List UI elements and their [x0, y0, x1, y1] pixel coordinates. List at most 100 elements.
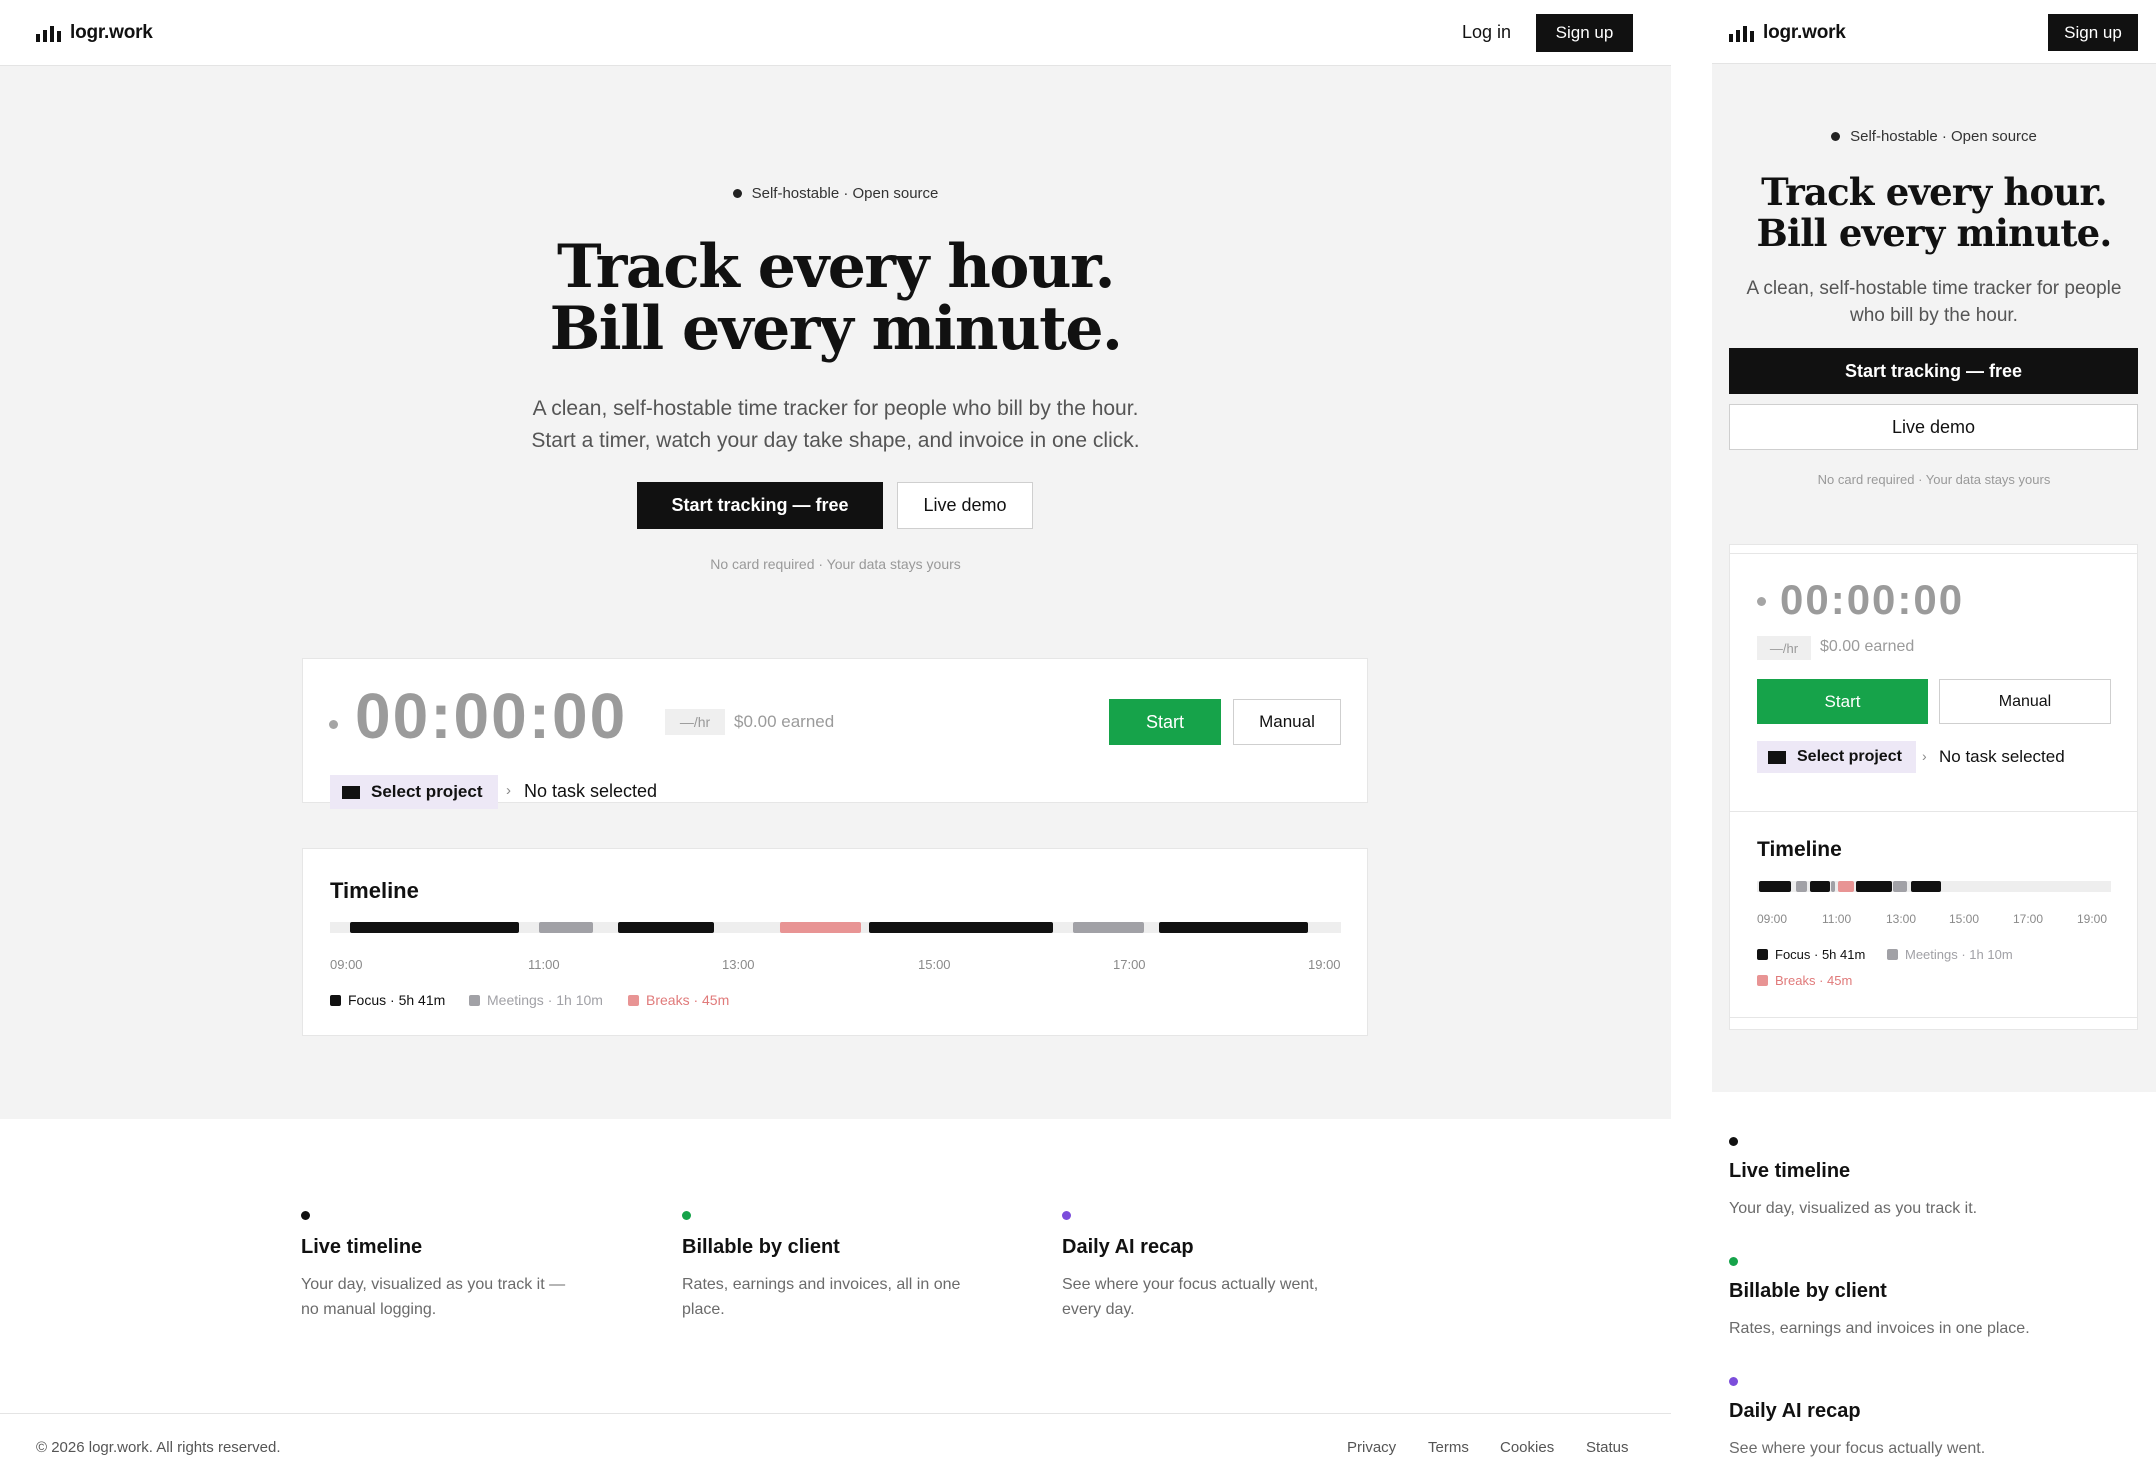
hero-note: No card required · Your data stays yours [710, 556, 961, 572]
mobile-feature-title: Billable by client [1729, 1280, 1887, 1302]
footer-link-terms[interactable]: Terms [1428, 1439, 1469, 1456]
select-project-label: Select project [371, 782, 483, 801]
feature-desc: Rates, earnings and invoices, all in one… [682, 1272, 960, 1322]
task-label[interactable]: No task selected [524, 781, 657, 802]
timeline-segment-focus[interactable] [868, 922, 1053, 933]
mobile-top-nav: logr.work Sign up [1712, 0, 2156, 64]
footer-link-privacy[interactable]: Privacy [1347, 1439, 1396, 1456]
footer-link-status[interactable]: Status [1586, 1439, 1629, 1456]
login-link[interactable]: Log in [1462, 22, 1511, 43]
folder-icon [342, 785, 360, 799]
tick-label: 15:00 [1949, 912, 1980, 926]
mobile-legend-focus-label: Focus · 5h 41m [1775, 947, 1866, 962]
feature-desc-line: every day. [1062, 1301, 1135, 1318]
feature-title: Billable by client [682, 1236, 840, 1258]
mobile-timeline-track [1757, 881, 2111, 892]
timeline-segment-meetings[interactable] [539, 922, 593, 933]
tick-label: 19:00 [1308, 957, 1341, 972]
timeline-segment-focus[interactable] [1910, 881, 1942, 892]
hero-badge: Self-hostable · Open source [732, 185, 939, 202]
timer-status-dot [329, 720, 338, 729]
chevron-right-icon: › [1922, 748, 1927, 764]
hero-title-line2: Bill every minute. [549, 294, 1123, 364]
manual-entry-button[interactable]: Manual [1233, 699, 1341, 745]
mobile-manual-entry-button[interactable]: Manual [1939, 679, 2111, 724]
timeline-segment-meetings[interactable] [1893, 881, 1908, 892]
timeline-segment-focus[interactable] [350, 922, 520, 933]
mobile-hero: Self-hostable · Open source Track every … [1712, 64, 2156, 1092]
feature-dot-icon [1729, 1137, 1738, 1146]
mobile-select-project-button[interactable]: Select project [1757, 741, 1916, 773]
timeline-segment-breaks[interactable] [1838, 881, 1855, 892]
start-timer-button[interactable]: Start [1109, 699, 1221, 745]
mobile-hero-badge-text: Self-hostable · Open source [1850, 128, 2037, 145]
signup-button[interactable]: Sign up [1536, 14, 1633, 52]
timeline-segment-focus[interactable] [618, 922, 715, 933]
tick-label: 13:00 [1886, 912, 1917, 926]
feature-desc-line: place. [682, 1301, 725, 1318]
mobile-timer-display: 00:00:00 [1780, 576, 1965, 623]
brand-logo[interactable]: logr.work [36, 22, 153, 44]
mobile-select-project-label: Select project [1797, 748, 1902, 765]
timer-display: 00:00:00 [355, 680, 628, 752]
tick-label: 11:00 [528, 957, 560, 972]
feature-title: Daily AI recap [1062, 1236, 1194, 1258]
feature-dot-icon [301, 1211, 310, 1220]
timeline-segment-meetings[interactable] [1831, 881, 1835, 892]
legend-breaks-label: Breaks · 45m [646, 992, 730, 1008]
timeline-segment-focus[interactable] [1810, 881, 1830, 892]
mobile-signup-button[interactable]: Sign up [2048, 14, 2138, 51]
mobile-start-timer-button[interactable]: Start [1757, 679, 1928, 724]
mobile-feature-title: Daily AI recap [1729, 1400, 1861, 1422]
tick-label: 17:00 [2013, 912, 2044, 926]
footer-link-cookies[interactable]: Cookies [1500, 1439, 1554, 1456]
feature-dot-icon [1062, 1211, 1071, 1220]
hero-section: Self-hostable · Open source Track every … [0, 66, 1671, 1119]
timeline-segment-breaks[interactable] [779, 922, 861, 933]
tick-label: 19:00 [2077, 912, 2108, 926]
feature-desc: See where your focus actually went, every… [1062, 1272, 1318, 1322]
legend-focus-label: Focus · 5h 41m [348, 992, 446, 1008]
feature-desc-line: no manual logging. [301, 1301, 437, 1318]
tick-label: 17:00 [1113, 957, 1146, 972]
mobile-tracker-card: 00:00:00 —/hr $0.00 earned Start Manual … [1729, 544, 2138, 1030]
mobile-legend-meetings-label: Meetings · 1h 10m [1905, 947, 2013, 962]
mobile-live-demo-button[interactable]: Live demo [1729, 404, 2138, 450]
tick-label: 11:00 [1822, 912, 1852, 926]
timeline-segment-meetings[interactable] [1795, 881, 1807, 892]
mobile-timer-status-dot [1757, 597, 1766, 606]
mobile-legend-breaks: Breaks · 45m [1757, 973, 1852, 988]
brand-name: logr.work [70, 22, 153, 43]
hero-title: Track every hour. Bill every minute. [0, 236, 1671, 360]
feature-title: Live timeline [301, 1236, 423, 1258]
mobile-earned-amount: $0.00 earned [1820, 638, 1915, 655]
legend-meetings: Meetings · 1h 10m [469, 992, 603, 1008]
mobile-hero-note: No card required · Your data stays yours [1817, 472, 2051, 487]
mobile-hero-title: Track every hour. Bill every minute. [1712, 172, 2156, 254]
start-tracking-button[interactable]: Start tracking — free [637, 482, 883, 529]
hero-badge-text: Self-hostable · Open source [751, 185, 939, 202]
hero-subtitle: A clean, self-hostable time tracker for … [0, 393, 1671, 457]
timeline-title: Timeline [330, 878, 419, 903]
feature-dot-icon [1729, 1257, 1738, 1266]
legend-meetings-label: Meetings · 1h 10m [487, 992, 603, 1008]
timeline-segment-focus[interactable] [1856, 881, 1892, 892]
timeline-segment-meetings[interactable] [1073, 922, 1144, 933]
mobile-brand-name: logr.work [1763, 22, 1846, 43]
live-demo-button[interactable]: Live demo [897, 482, 1033, 529]
timeline-segment-focus[interactable] [1758, 881, 1791, 892]
feature-dot-icon [1729, 1377, 1738, 1386]
mobile-view: logr.work Sign up Self-hostable · Open s… [1712, 0, 2156, 1480]
feature-desc-line: Rates, earnings and invoices, all in one [682, 1276, 961, 1293]
timeline-segment-focus[interactable] [1159, 922, 1308, 933]
mobile-brand-logo[interactable]: logr.work [1729, 22, 1846, 44]
mobile-task-label[interactable]: No task selected [1939, 747, 2065, 767]
mobile-start-tracking-button[interactable]: Start tracking — free [1729, 348, 2138, 394]
footer: © 2026 logr.work. All rights reserved. P… [0, 1413, 1671, 1480]
timer-card: 00:00:00 —/hr $0.00 earned Start Manual … [302, 658, 1368, 809]
tick-label: 09:00 [330, 957, 363, 972]
status-dot-icon [1831, 132, 1841, 141]
select-project-button[interactable]: Select project [330, 775, 498, 809]
bar-chart-icon [36, 24, 61, 42]
mobile-legend-meetings: Meetings · 1h 10m [1887, 947, 2013, 962]
